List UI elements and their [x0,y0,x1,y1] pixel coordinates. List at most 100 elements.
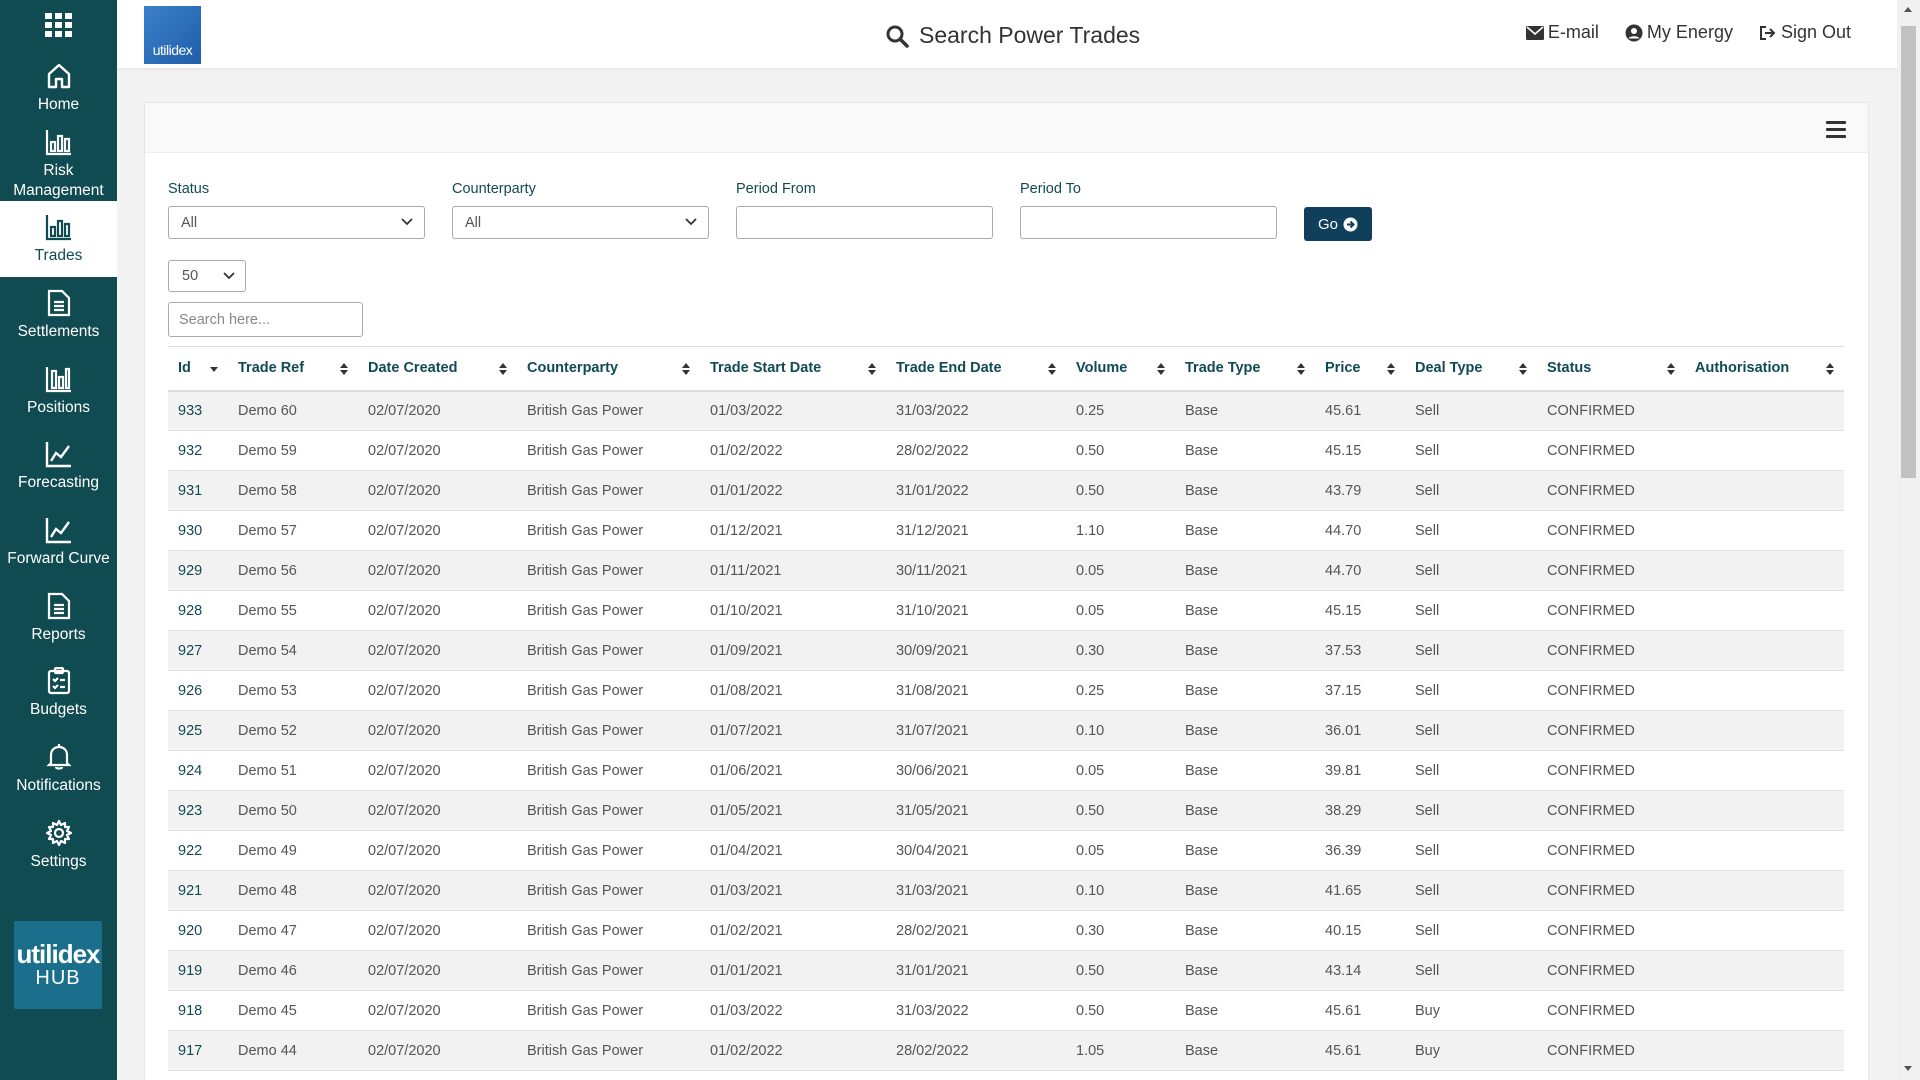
table-row[interactable]: 928 Demo 55 02/07/2020 British Gas Power 01/… [168,590,1844,631]
counterparty-select[interactable]: All [452,206,709,239]
table-cell: British Gas Power [517,870,700,911]
sidebar-item-reports[interactable]: Reports [0,580,117,656]
status-select[interactable]: All [168,206,425,239]
column-header[interactable]: Trade End Date [886,346,1066,392]
my-energy-link[interactable]: My Energy [1625,22,1733,43]
table-cell [1685,510,1844,551]
sidebar-item-label: Forecasting [18,474,99,492]
table-cell: 45.61 [1315,1030,1405,1071]
scroll-down-arrow[interactable] [1904,1066,1912,1071]
sidebar-item-settings[interactable]: Settings [0,807,117,883]
table-row[interactable]: 926 Demo 53 02/07/2020 British Gas Power 01/… [168,670,1844,711]
table-row[interactable]: 930 Demo 57 02/07/2020 British Gas Power 01/… [168,510,1844,551]
table-cell [1685,1030,1844,1071]
table-row[interactable]: 920 Demo 47 02/07/2020 British Gas Power 01/… [168,910,1844,951]
trade-id-link[interactable]: 917 [168,1030,228,1071]
brand-logo[interactable]: utilidex [144,6,201,64]
table-row[interactable]: 917 Demo 44 02/07/2020 British Gas Power 01/… [168,1030,1844,1071]
trade-id-link[interactable]: 927 [168,630,228,671]
table-row[interactable]: 932 Demo 59 02/07/2020 British Gas Power 01/… [168,430,1844,471]
table-cell: British Gas Power [517,430,700,471]
trade-id-link[interactable]: 924 [168,750,228,791]
page-size-select[interactable]: 50 [168,260,246,292]
trade-id-link[interactable]: 933 [168,390,228,431]
trade-id-link[interactable]: 929 [168,550,228,591]
my-energy-link-label: My Energy [1646,22,1733,42]
trade-id-link[interactable]: 922 [168,830,228,871]
trade-id-link[interactable]: 926 [168,670,228,711]
table-cell: 40.15 [1315,910,1405,951]
trade-id-link[interactable]: 925 [168,710,228,751]
column-header-label: Status [1547,360,1592,377]
sidebar-item-risk-management[interactable]: Risk Management [0,126,117,202]
trade-id-link[interactable]: 928 [168,590,228,631]
table-row[interactable]: 933 Demo 60 02/07/2020 British Gas Power 01/… [168,390,1844,431]
sort-icon [1667,363,1675,375]
utilidex-hub-logo[interactable]: utilidex HUB [14,921,102,1009]
column-header[interactable]: Status [1537,346,1685,392]
table-cell: CONFIRMED [1537,590,1685,631]
table-cell: Sell [1405,830,1537,871]
scrollbar-thumb[interactable] [1901,26,1916,478]
trade-id-link[interactable]: 932 [168,430,228,471]
search-input[interactable]: Search here... [168,302,363,337]
column-header[interactable]: Volume [1066,346,1175,392]
table-cell: Sell [1405,870,1537,911]
column-header[interactable]: Deal Type [1405,346,1537,392]
sidebar-item-budgets[interactable]: Budgets [0,656,117,732]
scroll-up-arrow[interactable] [1904,7,1912,12]
email-link[interactable]: E-mail [1525,22,1599,43]
sign-out-icon [1759,25,1776,40]
table-cell: Sell [1405,790,1537,831]
trade-id-link[interactable]: 920 [168,910,228,951]
table-cell: 01/09/2021 [700,630,886,671]
trade-id-link[interactable]: 930 [168,510,228,551]
hub-logo-word: utilidex [16,939,100,969]
sidebar-item-settlements[interactable]: Settlements [0,277,117,353]
sign-out-link[interactable]: Sign Out [1759,22,1851,43]
column-header[interactable]: Date Created [358,346,517,392]
trade-id-link[interactable]: 931 [168,470,228,511]
column-header[interactable]: Price [1315,346,1405,392]
table-cell [1685,430,1844,471]
sidebar-item-home[interactable]: Home [0,50,117,126]
table-cell: 01/03/2022 [700,390,886,431]
counterparty-select-value: All [465,214,482,231]
table-row[interactable]: 931 Demo 58 02/07/2020 British Gas Power 01/… [168,470,1844,511]
go-button[interactable]: Go [1304,207,1372,241]
table-row[interactable]: 929 Demo 56 02/07/2020 British Gas Power 01/… [168,550,1844,591]
column-header[interactable]: Trade Ref [228,346,358,392]
table-row[interactable]: 921 Demo 48 02/07/2020 British Gas Power 01/… [168,870,1844,911]
column-header[interactable]: Authorisation [1685,346,1844,392]
period-from-input[interactable] [736,206,993,239]
sidebar-item-notifications[interactable]: Notifications [0,731,117,807]
table-row[interactable]: 924 Demo 51 02/07/2020 British Gas Power 01/… [168,750,1844,791]
column-header[interactable]: Id [168,346,228,392]
table-row[interactable]: 919 Demo 46 02/07/2020 British Gas Power 01/… [168,950,1844,991]
table-row[interactable]: 923 Demo 50 02/07/2020 British Gas Power 01/… [168,790,1844,831]
sidebar-item-forecasting[interactable]: Forecasting [0,428,117,504]
table-cell [1685,830,1844,871]
trade-id-link[interactable]: 918 [168,990,228,1031]
table-row[interactable]: 927 Demo 54 02/07/2020 British Gas Power 01/… [168,630,1844,671]
column-header[interactable]: Trade Start Date [700,346,886,392]
sidebar-item-forward-curve[interactable]: Forward Curve [0,504,117,580]
line-chart-icon [44,515,74,545]
table-cell: Demo 51 [228,750,358,791]
table-row[interactable]: 922 Demo 49 02/07/2020 British Gas Power 01/… [168,830,1844,871]
table-row[interactable]: 925 Demo 52 02/07/2020 British Gas Power 01/… [168,710,1844,751]
table-row[interactable]: 918 Demo 45 02/07/2020 British Gas Power 01/… [168,990,1844,1031]
trade-id-link[interactable]: 919 [168,950,228,991]
menu-icon[interactable] [1826,121,1846,142]
vertical-scrollbar[interactable] [1897,0,1920,1080]
apps-grid-button[interactable] [0,0,117,50]
table-cell: Base [1175,590,1315,631]
period-to-input[interactable] [1020,206,1277,239]
table-cell: 0.50 [1066,990,1175,1031]
column-header[interactable]: Counterparty [517,346,700,392]
trade-id-link[interactable]: 921 [168,870,228,911]
trade-id-link[interactable]: 923 [168,790,228,831]
sidebar-item-positions[interactable]: Positions [0,353,117,429]
column-header[interactable]: Trade Type [1175,346,1315,392]
sidebar-item-trades[interactable]: Trades [0,201,117,278]
